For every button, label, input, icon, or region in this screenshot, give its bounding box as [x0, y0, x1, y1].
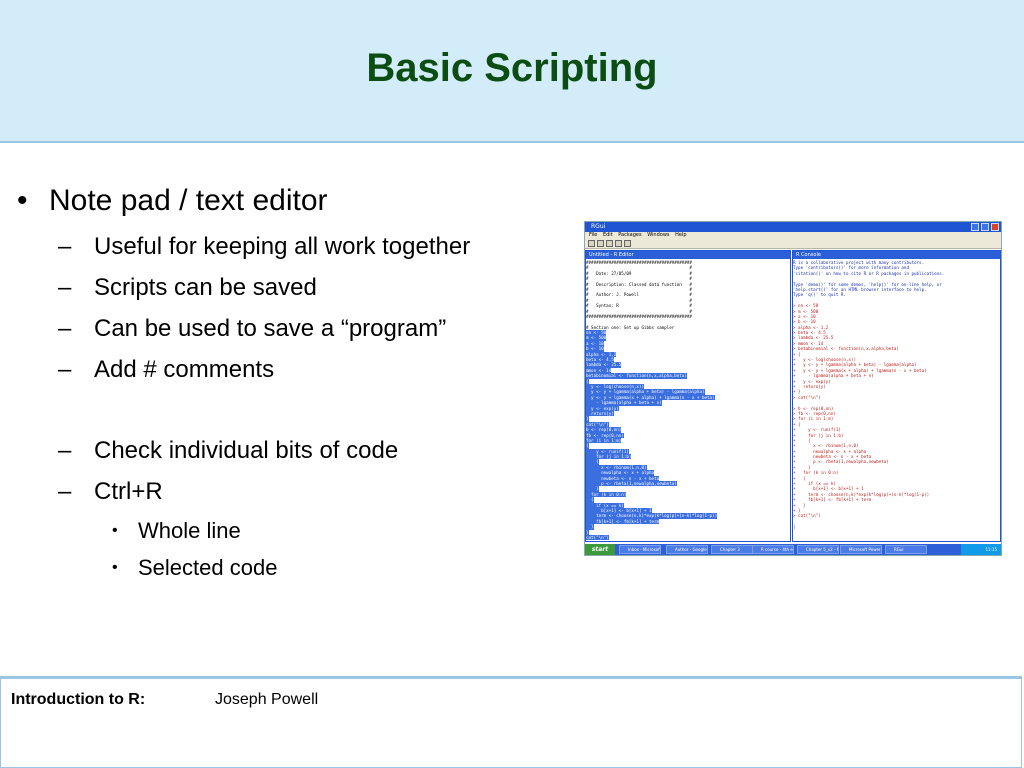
sub-sub-bullet-text: Selected code [138, 555, 278, 580]
header-divider [0, 141, 1024, 143]
stop-icon[interactable] [624, 240, 631, 247]
rgui-screenshot: RGui File Edit Packages Windows Help Unt… [584, 221, 1002, 556]
start-button[interactable]: start [585, 544, 615, 555]
close-icon[interactable] [991, 223, 999, 231]
dash: – [58, 478, 72, 505]
editor-code[interactable]: ########################################… [586, 260, 790, 541]
editor-line-text: # Description: Classed data function # [586, 281, 692, 287]
footer-author: Joseph Powell [215, 691, 319, 708]
taskbar-item[interactable]: Chapter 3 [711, 545, 753, 554]
taskbar: start 11:15 Inbox - Microsoft ... Author … [585, 544, 1001, 555]
footer-label: Introduction to R: [11, 691, 146, 708]
window-title: RGui [591, 223, 606, 230]
sub-bullet-text: Add # comments [94, 356, 275, 383]
editor-line-text: # # [586, 286, 692, 292]
editor-line-text: # Date: 27/05/09 # [586, 270, 692, 276]
slide-header: Basic Scripting [0, 0, 1024, 141]
slide-footer: Introduction to R: Joseph Powell [0, 676, 1022, 768]
taskbar-item[interactable]: Microsoft PowerPo... [840, 545, 882, 554]
sub-bullet-text: Can be used to save a “program” [94, 315, 447, 342]
slide-title: Basic Scripting [366, 46, 658, 90]
bullet-dot: • [112, 522, 118, 539]
editor-line-text: # Section one: Set up Gibbs sampler [586, 324, 675, 330]
menu-packages[interactable]: Packages [618, 232, 641, 238]
sub-bullet-text: Scripts can be saved [94, 274, 317, 301]
menu-file[interactable]: File [589, 232, 597, 238]
editor-line-text: p <- rbeta(1,newalpha,newbeta) [586, 481, 677, 487]
r-console-window: R Console R is a collaborative project w… [792, 250, 1001, 542]
editor-line-text: for (i in 1:m) [586, 437, 622, 444]
clock: 11:15 [961, 544, 1001, 555]
menu-edit[interactable]: Edit [603, 232, 613, 238]
menu-bar: File Edit Packages Windows Help [585, 232, 1001, 239]
toolbar [585, 239, 1001, 249]
r-editor-window: Untitled - R Editor ####################… [585, 250, 791, 542]
taskbar-item[interactable]: Inbox - Microsoft ... [619, 545, 661, 554]
editor-line-text: # # [586, 297, 692, 303]
editor-line-text: # Syntax: R # [586, 303, 692, 309]
sub-bullet-text: Check individual bits of code [94, 437, 399, 464]
bullet-dot: • [112, 559, 118, 576]
sub-sub-bullet-text: Whole line [138, 518, 241, 543]
menu-windows[interactable]: Windows [647, 232, 669, 238]
sub-bullet-text: Useful for keeping all work together [94, 233, 471, 260]
editor-line-text: ########################################… [586, 313, 692, 319]
minimize-icon[interactable] [971, 223, 979, 231]
open-icon[interactable] [588, 240, 595, 247]
editor-line-text: # Author: J. Powell # [586, 292, 692, 298]
console-line: | [793, 524, 796, 530]
save-icon[interactable] [597, 240, 604, 247]
copy-icon[interactable] [606, 240, 613, 247]
editor-line-text: cat("\n") [586, 534, 609, 541]
taskbar-item[interactable]: Chapter 5_v2 - Mi... [797, 545, 839, 554]
dash: – [58, 356, 72, 383]
console-output[interactable]: R is a collaborative project with many c… [793, 260, 1000, 541]
dash: – [58, 274, 72, 301]
editor-line-text: betabinomial <- function(n,x,alpha,beta) [586, 373, 687, 379]
dash: – [58, 437, 72, 464]
menu-help[interactable]: Help [675, 232, 686, 238]
editor-line: cat("\n") [586, 534, 790, 541]
bullet-text: Note pad / text editor [49, 184, 328, 217]
console-title: R Console [793, 251, 1000, 259]
maximize-icon[interactable] [981, 223, 989, 231]
taskbar-item[interactable]: Author - Google Sc... [666, 545, 708, 554]
editor-line-text: # # [586, 265, 692, 271]
editor-line-text: return(y) [586, 410, 614, 417]
taskbar-item[interactable]: R course - 4th ed.t [752, 545, 794, 554]
paste-icon[interactable] [615, 240, 622, 247]
bullet-dot: • [17, 184, 28, 217]
sub-bullet-text: Ctrl+R [94, 478, 163, 505]
editor-line-text: fb[k+1] <- fb[k+1] + term [586, 518, 660, 525]
editor-title: Untitled - R Editor [586, 251, 790, 259]
taskbar-item[interactable]: RGui [885, 545, 927, 554]
editor-line-text [586, 319, 589, 324]
editor-line-text: # # [586, 276, 692, 282]
window-titlebar: RGui [585, 222, 1001, 232]
editor-line-text: ########################################… [586, 260, 692, 265]
dash: – [58, 233, 72, 260]
dash: – [58, 315, 72, 342]
editor-line-text: # # [586, 308, 692, 314]
